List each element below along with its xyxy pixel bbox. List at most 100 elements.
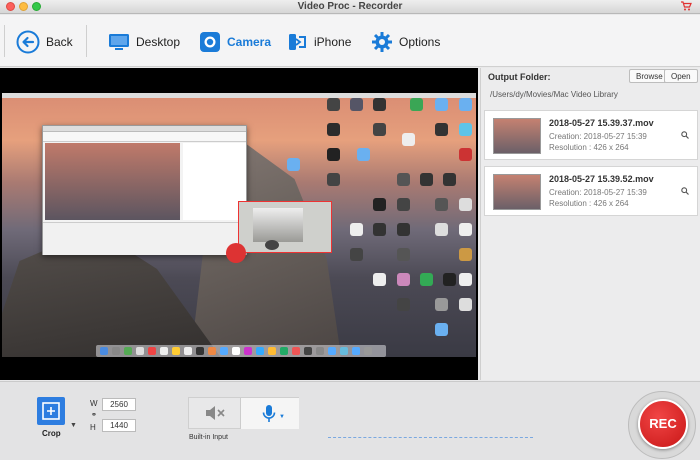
dock-icon: [244, 347, 252, 355]
iphone-icon: [289, 34, 306, 50]
video-thumbnail: [493, 174, 541, 210]
desktop-app-icon: [327, 98, 340, 111]
desktop-app-icon: [327, 123, 340, 136]
desktop-app-icon: [397, 248, 410, 261]
desktop-app-icon: [459, 248, 472, 261]
crop-label: Crop: [42, 429, 61, 438]
desktop-app-icon: [435, 123, 448, 136]
desktop-app-icon: [435, 298, 448, 311]
document-icon: [402, 133, 415, 146]
dock-icon: [136, 347, 144, 355]
desktop-app-icon: [397, 173, 410, 186]
document-icon: [373, 273, 386, 286]
output-panel: Output Folder: Browse Open /Users/dy/Mov…: [480, 68, 700, 380]
file-name: 2018-05-27 15.39.37.mov: [549, 118, 654, 128]
file-name: 2018-05-27 15.39.52.mov: [549, 174, 654, 184]
dock-icon: [184, 347, 192, 355]
desktop-app-icon: [373, 198, 386, 211]
iphone-label: iPhone: [314, 35, 352, 49]
dock-icon: [256, 347, 264, 355]
desktop-app-icon: [327, 148, 340, 161]
open-button[interactable]: Open: [664, 69, 698, 83]
camera-label: Camera: [227, 35, 272, 49]
desktop-app-icon: [397, 223, 410, 236]
dock-icon: [172, 347, 180, 355]
tab-desktop[interactable]: Desktop: [108, 29, 180, 55]
file-resolution: Resolution : 426 x 264: [549, 199, 629, 208]
link-icon[interactable]: ⚭: [91, 411, 97, 419]
back-button[interactable]: Back: [16, 29, 73, 55]
dock-icon: [220, 347, 228, 355]
options-button[interactable]: Options: [371, 29, 440, 55]
dock-icon: [208, 347, 216, 355]
desktop-app-icon: [373, 98, 386, 111]
file-resolution: Resolution : 426 x 264: [549, 143, 629, 152]
desktop-app-icon: [410, 98, 423, 111]
camera-overlay[interactable]: [238, 201, 332, 253]
rec-indicator: [226, 243, 246, 263]
bottom-controls: ▼ Crop W ⚭ H 2560 1440 ▼ Built-in Input …: [0, 381, 700, 460]
desktop-app-icon: [443, 273, 456, 286]
toolbar-divider: [4, 25, 5, 57]
magnifier-icon[interactable]: [681, 131, 689, 141]
toolbar: Back Desktop Camera iPhone Options: [0, 15, 700, 67]
desktop-label: Desktop: [136, 35, 181, 49]
magnifier-icon[interactable]: [681, 187, 689, 197]
nested-recorder-window: [42, 125, 247, 255]
tab-iphone[interactable]: iPhone: [288, 29, 351, 55]
desktop-app-icon: [373, 223, 386, 236]
recording-list-item[interactable]: 2018-05-27 15.39.37.mov Creation: 2018-0…: [484, 110, 698, 160]
desktop-app-icon: [420, 173, 433, 186]
back-arrow-icon: [16, 30, 40, 54]
input-source-label: Built-in Input: [189, 434, 228, 441]
document-icon: [350, 223, 363, 236]
desktop-icon: [109, 34, 129, 50]
dock-icon: [124, 347, 132, 355]
video-thumbnail: [493, 118, 541, 154]
title-bar: Video Proc - Recorder: [0, 0, 700, 14]
desktop-app-icon: [443, 173, 456, 186]
mac-dock: [96, 345, 386, 357]
dock-icon: [100, 347, 108, 355]
desktop-app-icon: [350, 248, 363, 261]
folder-icon: [287, 158, 300, 171]
dock-icon: [160, 347, 168, 355]
options-label: Options: [399, 35, 441, 49]
dock-icon: [364, 347, 372, 355]
dock-icon: [148, 347, 156, 355]
desktop-app-icon: [397, 198, 410, 211]
back-label: Back: [46, 35, 73, 49]
dock-icon: [304, 347, 312, 355]
desktop-app-icon: [435, 223, 448, 236]
dock-icon: [328, 347, 336, 355]
folder-icon: [357, 148, 370, 161]
rec-button[interactable]: REC: [638, 399, 688, 449]
mic-dropdown-icon[interactable]: ▼: [279, 414, 285, 420]
width-label: W: [90, 399, 98, 408]
recording-list-item[interactable]: 2018-05-27 15.39.52.mov Creation: 2018-0…: [484, 166, 698, 216]
speaker-mute-icon[interactable]: [205, 405, 227, 424]
crop-dropdown-icon[interactable]: ▼: [70, 422, 77, 429]
crop-icon: [42, 402, 60, 420]
desktop-app-icon: [435, 198, 448, 211]
mac-menubar: [2, 93, 476, 98]
folder-icon: [435, 323, 448, 336]
tab-camera[interactable]: Camera: [199, 29, 271, 55]
gear-icon: [372, 32, 392, 52]
camera-icon: [200, 32, 220, 52]
webcam-feed: [265, 240, 279, 250]
desktop-screenshot: [2, 93, 476, 425]
file-creation: Creation: 2018-05-27 15:39: [549, 188, 647, 197]
desktop-app-icon: [435, 98, 448, 111]
cart-icon[interactable]: [681, 1, 692, 14]
dock-icon: [292, 347, 300, 355]
desktop-app-icon: [459, 98, 472, 111]
desktop-app-icon: [420, 273, 433, 286]
desktop-app-icon: [459, 123, 472, 136]
dock-icon: [196, 347, 204, 355]
crop-button[interactable]: [37, 397, 65, 425]
dock-icon: [280, 347, 288, 355]
height-field[interactable]: 1440: [102, 419, 136, 432]
width-field[interactable]: 2560: [102, 398, 136, 411]
microphone-button[interactable]: ▼: [240, 398, 299, 429]
